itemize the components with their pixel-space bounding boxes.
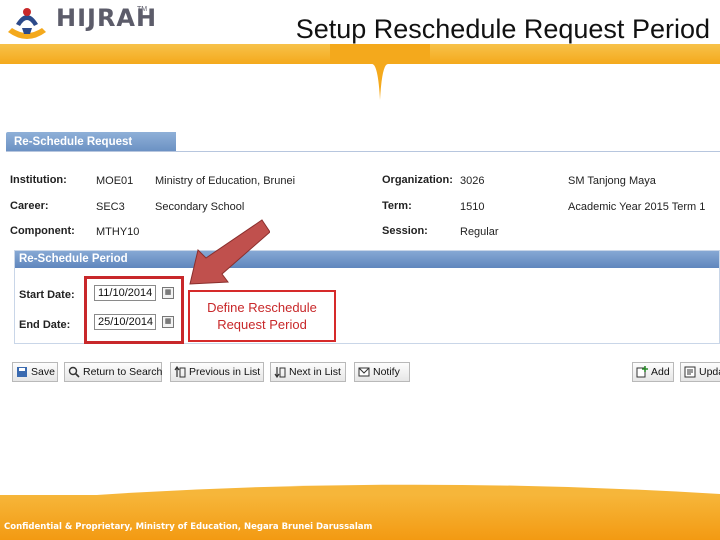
footer-bar (0, 495, 720, 540)
institution-name: Ministry of Education, Brunei (155, 175, 296, 187)
previous-in-list-label: Previous in List (189, 366, 261, 378)
logo-trademark: TM (137, 6, 148, 13)
organization-name: SM Tanjong Maya (568, 175, 656, 187)
component-value: MTHY10 (96, 226, 140, 238)
page-title: Setup Reschedule Request Period (295, 14, 710, 44)
group-title: Re-Schedule Period (15, 251, 719, 268)
crest-icon (8, 8, 46, 39)
return-to-search-label: Return to Search (83, 366, 163, 378)
component-label: Component: (10, 225, 75, 237)
save-button-label: Save (31, 366, 55, 378)
add-button[interactable]: Add (632, 362, 674, 382)
tab-divider (6, 151, 720, 152)
previous-in-list-button[interactable]: Previous in List (170, 362, 264, 382)
notify-label: Notify (373, 366, 400, 378)
organization-code: 3026 (460, 175, 485, 187)
start-date-label: Start Date: (19, 289, 75, 301)
next-in-list-label: Next in List (289, 366, 341, 378)
save-icon (17, 367, 27, 377)
notify-icon (358, 367, 370, 377)
arrow-down-list-icon (274, 367, 286, 378)
career-name: Secondary School (155, 201, 245, 213)
career-label: Career: (10, 200, 49, 212)
tab-reschedule-request-period[interactable]: Re-Schedule Request Period (6, 132, 176, 168)
session-value: Regular (460, 226, 499, 238)
career-code: SEC3 (96, 201, 125, 213)
institution-label: Institution: (10, 174, 67, 186)
next-in-list-button[interactable]: Next in List (270, 362, 346, 382)
term-code: 1510 (460, 201, 485, 213)
notify-button[interactable]: Notify (354, 362, 410, 382)
update-icon (684, 366, 696, 378)
term-name: Academic Year 2015 Term 1 (568, 201, 706, 213)
session-label: Session: (382, 225, 428, 237)
organization-label: Organization: (382, 174, 453, 186)
institution-code: MOE01 (96, 175, 134, 187)
arrow-up-list-icon (174, 366, 186, 378)
return-to-search-button[interactable]: Return to Search (64, 362, 162, 382)
header-banner: HIJRAH TM Setup Reschedule Request Perio… (0, 0, 720, 100)
add-icon (636, 366, 648, 378)
callout-annotation: Define Reschedule Request Period (188, 290, 336, 342)
term-label: Term: (382, 200, 412, 212)
update-label: Upda (699, 366, 720, 378)
footer-text: Confidential & Proprietary, Ministry of … (4, 522, 373, 532)
update-button[interactable]: Upda (680, 362, 720, 382)
search-icon (68, 366, 80, 378)
date-highlight-box (84, 276, 184, 344)
add-label: Add (651, 366, 670, 378)
pointer-arrow (189, 219, 270, 285)
header-notch (330, 44, 430, 100)
hijrah-logo: HIJRAH TM (0, 0, 160, 44)
end-date-label: End Date: (19, 319, 71, 331)
save-button[interactable]: Save (12, 362, 58, 382)
